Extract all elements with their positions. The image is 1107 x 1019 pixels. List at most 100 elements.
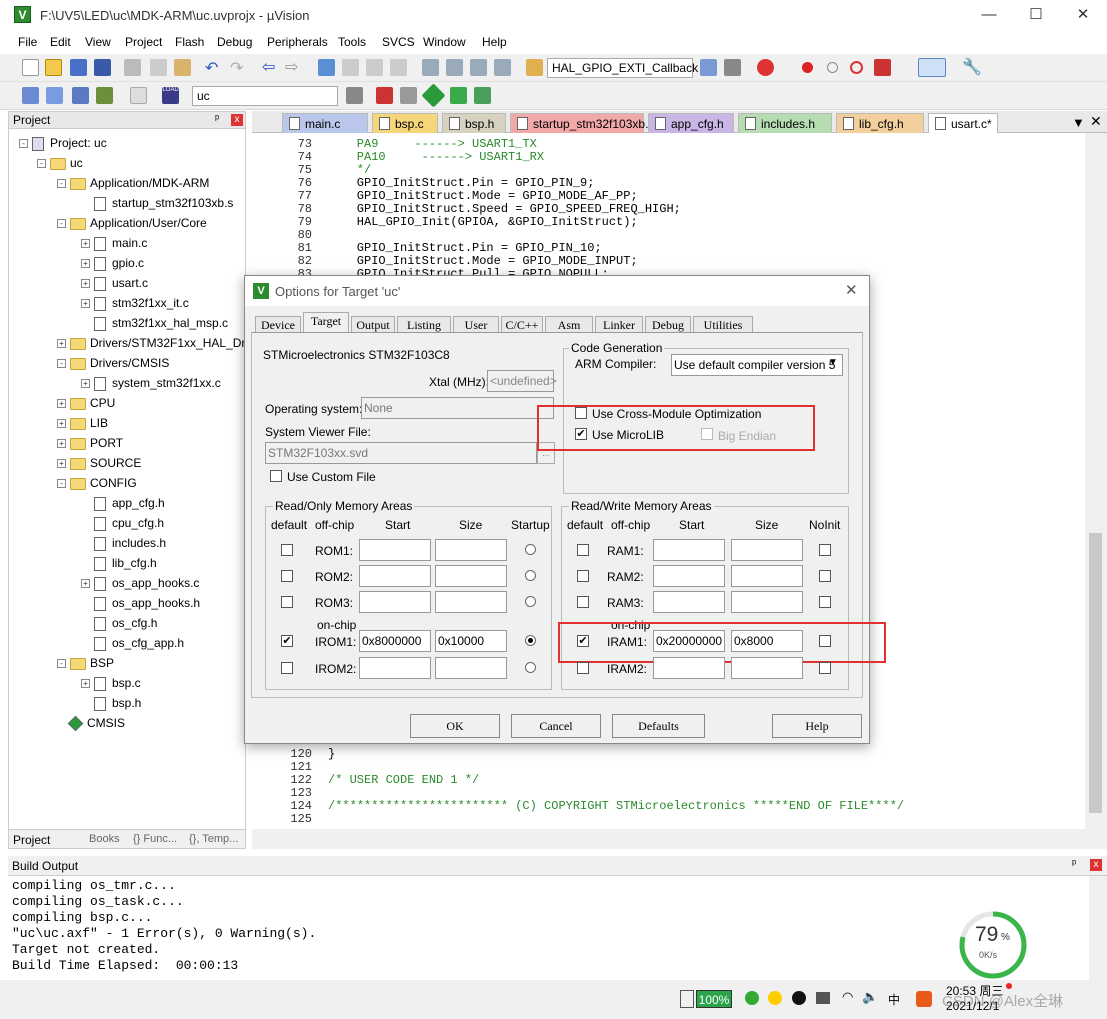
expand-icon[interactable]: +	[81, 239, 90, 249]
rom-default-checkbox[interactable]	[281, 544, 293, 556]
rom-start-input[interactable]	[359, 565, 431, 587]
menu-peripherals[interactable]: Peripherals	[267, 35, 328, 49]
minimize-button[interactable]: —	[966, 0, 1012, 30]
dialog-tab[interactable]: Device	[255, 316, 301, 332]
tree-item[interactable]: os_app_hooks.h	[81, 593, 200, 613]
noinit-checkbox[interactable]	[819, 596, 831, 608]
noinit-checkbox[interactable]	[819, 662, 831, 674]
expand-icon[interactable]: +	[81, 259, 90, 269]
tree-item[interactable]: + system_stm32f1xx.c	[81, 373, 221, 393]
rom-size-input[interactable]	[435, 657, 507, 679]
editor-tab[interactable]: startup_stm32f103xb.s	[510, 113, 654, 133]
undo-icon[interactable]: ↶	[205, 58, 218, 78]
rebuild-icon[interactable]	[72, 87, 89, 104]
tree-item[interactable]: + PORT	[57, 433, 123, 453]
help-button[interactable]: Help	[772, 714, 862, 738]
close-button[interactable]: ✕	[1060, 0, 1106, 30]
ime-indicator[interactable]: 中	[888, 991, 900, 1008]
collapse-icon[interactable]: -	[57, 219, 66, 229]
kill-breakpoints-icon[interactable]	[874, 59, 891, 76]
ram-default-checkbox[interactable]	[577, 596, 589, 608]
rte-manage-icon[interactable]	[474, 87, 491, 104]
startup-radio[interactable]	[525, 662, 536, 673]
tab-functions[interactable]: {} Func...	[133, 833, 177, 845]
expand-icon[interactable]: +	[57, 459, 66, 469]
clear-bookmarks-icon[interactable]	[390, 59, 407, 76]
tree-item[interactable]: + SOURCE	[57, 453, 141, 473]
dialog-tab[interactable]: C/C++	[501, 316, 543, 332]
tree-item[interactable]: os_cfg_app.h	[81, 633, 184, 653]
ram-size-input[interactable]	[731, 591, 803, 613]
rom-default-checkbox[interactable]: ✔	[281, 635, 293, 647]
ram-start-input[interactable]: 0x20000000	[653, 630, 725, 652]
svf-input[interactable]: STM32F103xx.svd	[265, 442, 537, 464]
tabs-dropdown-icon[interactable]: ▼	[1072, 115, 1085, 130]
batch-build-icon[interactable]	[96, 87, 113, 104]
clear-breakpoints-icon[interactable]	[850, 61, 863, 74]
tab-templates[interactable]: {}, Temp...	[189, 833, 238, 845]
ram-default-checkbox[interactable]	[577, 544, 589, 556]
dialog-tab[interactable]: Linker	[595, 316, 643, 332]
menu-project[interactable]: Project	[125, 35, 162, 49]
rom-default-checkbox[interactable]	[281, 662, 293, 674]
tree-item[interactable]: - Application/User/Core	[57, 213, 207, 233]
noinit-checkbox[interactable]	[819, 570, 831, 582]
plus-app-icon[interactable]	[768, 991, 782, 1005]
tree-item[interactable]: + main.c	[81, 233, 147, 253]
editor-tab[interactable]: bsp.h	[442, 113, 506, 133]
find-icon[interactable]	[700, 59, 717, 76]
dialog-tab[interactable]: Output	[351, 316, 395, 332]
tab-books[interactable]: Books	[89, 833, 120, 845]
output-vscrollbar[interactable]	[1089, 876, 1107, 980]
nav-forward-icon[interactable]: ⇨	[285, 57, 298, 77]
menu-svcs[interactable]: SVCS	[382, 35, 415, 49]
tree-item[interactable]: - Project: uc	[19, 133, 107, 153]
menu-window[interactable]: Window	[423, 35, 466, 49]
tree-item[interactable]: app_cfg.h	[81, 493, 165, 513]
paste-icon[interactable]	[174, 59, 191, 76]
dialog-tab[interactable]: Listing	[397, 316, 451, 332]
menu-view[interactable]: View	[85, 35, 111, 49]
target-options-icon[interactable]	[346, 87, 363, 104]
rom-default-checkbox[interactable]	[281, 596, 293, 608]
editor-tab[interactable]: app_cfg.h	[648, 113, 734, 133]
arm-compiler-select[interactable]: Use default compiler version 5 ▼	[671, 354, 843, 376]
maximize-button[interactable]: ☐	[1013, 0, 1059, 30]
incremental-find-icon[interactable]	[724, 59, 741, 76]
rom-size-input[interactable]	[435, 565, 507, 587]
expand-icon[interactable]: +	[57, 339, 66, 349]
bookmark-icon[interactable]	[318, 59, 335, 76]
prev-bookmark-icon[interactable]	[342, 59, 359, 76]
tree-item[interactable]: - Drivers/CMSIS	[57, 353, 169, 373]
cancel-button[interactable]: Cancel	[511, 714, 601, 738]
tree-item[interactable]: includes.h	[81, 533, 166, 553]
startup-radio[interactable]	[525, 635, 536, 646]
editor-tab[interactable]: bsp.c	[372, 113, 438, 133]
dialog-tab[interactable]: Debug	[645, 316, 691, 332]
tree-item[interactable]: - Application/MDK-ARM	[57, 173, 209, 193]
editor-vscrollbar[interactable]	[1085, 133, 1107, 829]
configure-wrench-icon[interactable]: 🔧	[962, 57, 982, 77]
tree-item[interactable]: + bsp.c	[81, 673, 141, 693]
editor-hscrollbar[interactable]	[252, 829, 1107, 849]
tree-item[interactable]: + LIB	[57, 413, 108, 433]
expand-icon[interactable]: +	[81, 279, 90, 289]
unindent-icon[interactable]	[446, 59, 463, 76]
rom-start-input[interactable]	[359, 591, 431, 613]
rom-default-checkbox[interactable]	[281, 570, 293, 582]
menu-tools[interactable]: Tools	[338, 35, 366, 49]
expand-icon[interactable]: +	[81, 299, 90, 309]
battery-icon[interactable]: 100%	[696, 990, 732, 1008]
tree-item[interactable]: - uc	[37, 153, 83, 173]
tree-item[interactable]: os_cfg.h	[81, 613, 157, 633]
device-icon[interactable]	[816, 992, 830, 1004]
sogou-icon[interactable]	[916, 991, 932, 1007]
expand-icon[interactable]: +	[81, 579, 90, 589]
indent-icon[interactable]	[422, 59, 439, 76]
collapse-icon[interactable]: -	[37, 159, 46, 169]
new-file-icon[interactable]	[22, 59, 39, 76]
ram-size-input[interactable]	[731, 539, 803, 561]
volume-icon[interactable]: 🔈	[862, 989, 878, 1005]
build-output-text[interactable]: compiling os_tmr.c... compiling os_task.c…	[8, 876, 1088, 980]
defaults-button[interactable]: Defaults	[612, 714, 705, 738]
